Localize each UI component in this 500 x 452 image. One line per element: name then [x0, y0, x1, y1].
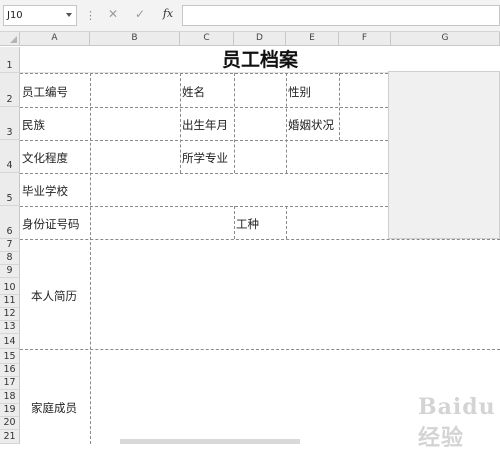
row-header-7[interactable]: 7 [0, 239, 20, 252]
row-header-20[interactable]: 20 [0, 417, 20, 430]
column-header-e[interactable]: E [286, 32, 339, 46]
row-header-16[interactable]: 16 [0, 364, 20, 377]
row-header-18[interactable]: 18 [0, 390, 20, 404]
label-gender[interactable]: 性别 [288, 84, 311, 100]
row-header-12[interactable]: 12 [0, 308, 20, 321]
column-header-d[interactable]: D [234, 32, 286, 46]
table-border [180, 73, 181, 173]
row-header-4[interactable]: 4 [0, 140, 20, 173]
label-marital-status[interactable]: 婚姻状况 [288, 117, 334, 133]
table-border [20, 73, 388, 74]
row-header-8[interactable]: 8 [0, 252, 20, 265]
label-name[interactable]: 姓名 [182, 84, 205, 100]
table-border [234, 73, 235, 173]
row-header-21[interactable]: 21 [0, 430, 20, 444]
label-birth-date[interactable]: 出生年月 [182, 117, 228, 133]
sheet-title[interactable]: 员工档案 [20, 47, 500, 73]
table-border [90, 73, 91, 444]
row-header-5[interactable]: 5 [0, 173, 20, 206]
horizontal-scrollbar[interactable] [120, 439, 300, 444]
table-border [20, 349, 500, 350]
more-options-icon[interactable]: ⋮ [85, 9, 96, 22]
label-id-number[interactable]: 身份证号码 [22, 216, 80, 232]
table-border [339, 73, 340, 140]
floating-panel [388, 71, 500, 239]
cancel-icon[interactable]: ✕ [105, 7, 121, 21]
label-education[interactable]: 文化程度 [22, 150, 68, 166]
label-family[interactable]: 家庭成员 [31, 400, 77, 416]
table-border [20, 206, 388, 207]
label-school[interactable]: 毕业学校 [22, 183, 68, 199]
table-border [20, 239, 500, 240]
name-box-value: J10 [7, 10, 23, 21]
watermark-logo: Baidu经验 [418, 394, 496, 451]
row-header-1[interactable]: 1 [0, 47, 20, 73]
label-employee-id[interactable]: 员工编号 [22, 84, 68, 100]
row-header-13[interactable]: 13 [0, 321, 20, 334]
table-border [20, 173, 388, 174]
insert-function-icon[interactable]: fx [160, 7, 176, 20]
label-major[interactable]: 所学专业 [182, 150, 228, 166]
select-all-corner[interactable] [0, 32, 20, 46]
row-header-6[interactable]: 6 [0, 206, 20, 239]
row-header-19[interactable]: 19 [0, 404, 20, 417]
formula-input[interactable] [182, 5, 500, 26]
label-resume[interactable]: 本人简历 [31, 288, 77, 304]
row-header-3[interactable]: 3 [0, 107, 20, 140]
column-header-a[interactable]: A [20, 32, 90, 46]
column-header-f[interactable]: F [339, 32, 391, 46]
chevron-down-icon[interactable] [66, 13, 72, 17]
label-ethnicity[interactable]: 民族 [22, 117, 45, 133]
table-border [20, 107, 388, 108]
table-border [286, 73, 287, 173]
column-header-g[interactable]: G [391, 32, 500, 46]
row-header-17[interactable]: 17 [0, 377, 20, 390]
row-header-2[interactable]: 2 [0, 73, 20, 107]
table-border [234, 206, 235, 239]
column-header-c[interactable]: C [180, 32, 234, 46]
name-box[interactable]: J10 [3, 5, 77, 26]
enter-icon[interactable]: ✓ [132, 7, 148, 21]
row-header-10[interactable]: 10 [0, 278, 20, 295]
row-header-15[interactable]: 15 [0, 349, 20, 364]
select-all-icon [10, 36, 17, 43]
table-border [20, 140, 388, 141]
row-header-9[interactable]: 9 [0, 265, 20, 278]
column-header-b[interactable]: B [90, 32, 180, 46]
row-header-11[interactable]: 11 [0, 295, 20, 308]
table-border [286, 206, 287, 239]
row-header-14[interactable]: 14 [0, 334, 20, 349]
label-job-type[interactable]: 工种 [236, 216, 259, 232]
